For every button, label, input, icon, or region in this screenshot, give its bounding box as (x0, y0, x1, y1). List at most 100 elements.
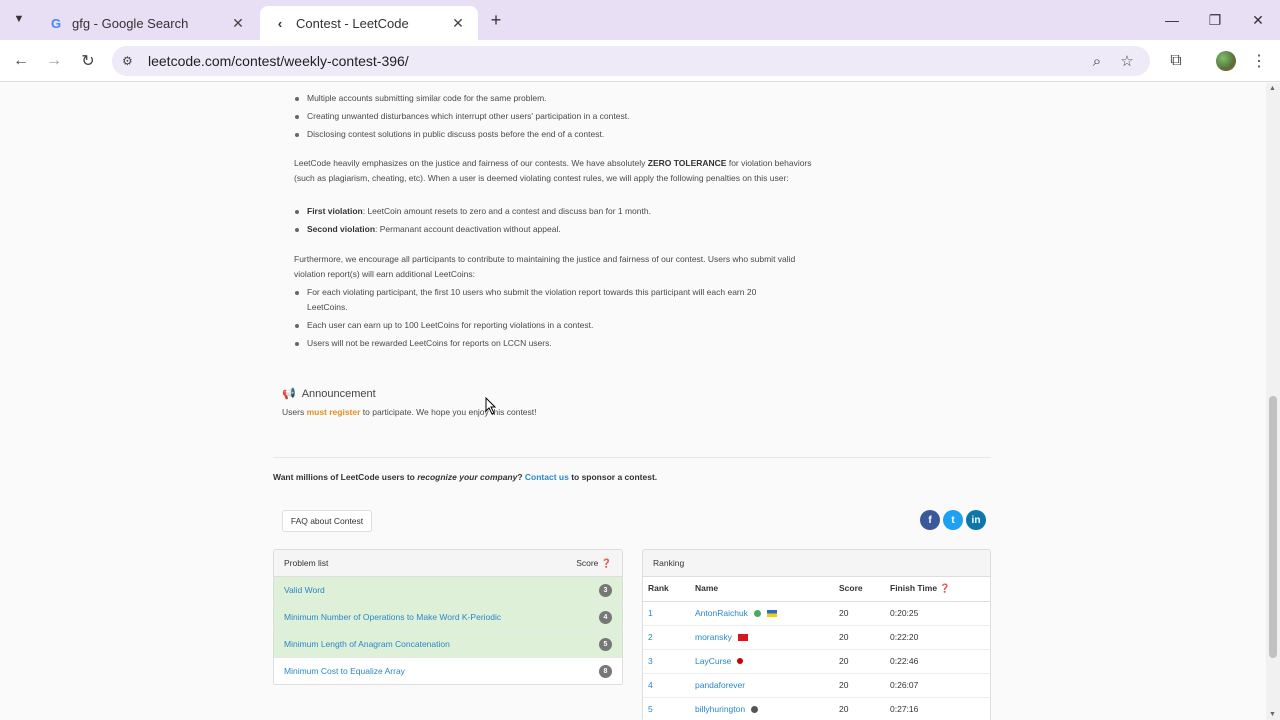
twitter-icon[interactable]: t (943, 510, 963, 530)
close-tab-icon[interactable]: ✕ (230, 15, 246, 31)
report-paragraph: Furthermore, we encourage all participan… (294, 254, 796, 279)
penalty-text: : Permanant account deactivation without… (375, 224, 561, 234)
megaphone-icon: 📢 (282, 388, 296, 400)
finish-time-label: Finish Time (890, 583, 938, 594)
name-cell[interactable]: billyhurington (690, 696, 834, 720)
address-bar[interactable]: ⚙ leetcode.com/contest/weekly-contest-39… (112, 46, 1150, 76)
score-badge: 3 (599, 583, 612, 597)
announcement-suffix: to participate. We hope you enjoy this c… (360, 407, 537, 417)
user-link[interactable]: AntonRaichuk (695, 608, 748, 618)
bookmark-star-icon[interactable]: ☆ (1118, 52, 1136, 70)
profile-avatar[interactable] (1216, 51, 1236, 71)
linkedin-icon[interactable]: in (966, 510, 986, 530)
restore-icon[interactable]: ❐ (1205, 10, 1225, 30)
url-text[interactable]: leetcode.com/contest/weekly-contest-396/ (148, 53, 409, 69)
help-icon[interactable]: ❓ (939, 583, 950, 593)
list-item: Users will not be rewarded LeetCoins for… (295, 336, 787, 351)
rank-cell: 5 (643, 696, 690, 720)
ranking-panel: Ranking Rank Name Score Finish Time ❓ 1 … (642, 549, 991, 720)
close-window-icon[interactable]: ✕ (1248, 10, 1268, 30)
back-icon[interactable]: ← (10, 50, 32, 72)
name-cell[interactable]: LayCurse (690, 648, 834, 673)
facebook-icon[interactable]: f (920, 510, 940, 530)
scroll-down-icon[interactable]: ▼ (1269, 711, 1276, 718)
zoom-icon[interactable]: ⌕ (1088, 52, 1106, 70)
announcement-text: Users must register to participate. We h… (282, 405, 537, 420)
score-cell: 20 (834, 648, 885, 673)
name-cell[interactable]: moransky (690, 624, 834, 649)
tab-search-button[interactable]: ▼ (8, 8, 30, 30)
user-link[interactable]: LayCurse (695, 656, 731, 666)
leetcode-icon: ‹ (277, 15, 283, 31)
tab-title: gfg - Google Search (72, 15, 189, 31)
problem-list-header: Problem list Score ❓ (274, 550, 622, 577)
register-highlight: must register (306, 407, 361, 417)
penalty-list: First violation: LeetCoin amount resets … (295, 204, 651, 240)
announcement-heading: 📢 Announcement (282, 387, 376, 402)
scroll-up-icon[interactable]: ▲ (1269, 85, 1276, 92)
problem-name[interactable]: Minimum Number of Operations to Make Wor… (284, 610, 599, 625)
globe-icon (753, 609, 761, 617)
score-cell: 20 (834, 696, 885, 720)
penalty-label: First violation (307, 206, 363, 216)
page-content: Multiple accounts submitting similar cod… (0, 83, 1266, 720)
problem-row[interactable]: Valid Word 3 (274, 577, 622, 604)
table-row: 4 pandaforever 20 0:26:07 (643, 672, 990, 697)
zero-tolerance-text: ZERO TOLERANCE (647, 158, 727, 168)
list-item: For each violating participant, the firs… (295, 285, 787, 315)
minimize-icon[interactable]: — (1162, 10, 1182, 30)
problem-row[interactable]: Minimum Number of Operations to Make Wor… (274, 604, 622, 631)
user-link[interactable]: pandaforever (695, 680, 745, 690)
list-item: Creating unwanted disturbances which int… (294, 109, 629, 124)
forward-icon[interactable]: → (43, 50, 65, 72)
new-tab-button[interactable]: + (486, 10, 506, 30)
ukraine-flag-icon (766, 609, 777, 617)
rank-cell: 4 (643, 672, 690, 697)
help-icon[interactable]: ❓ (601, 556, 612, 571)
contact-us-link[interactable]: Contact us (525, 472, 569, 482)
tab-leetcode-contest[interactable]: ‹ Contest - LeetCode ✕ (260, 6, 478, 40)
fairness-paragraph: LeetCode heavily emphasizes on the justi… (294, 156, 814, 186)
list-item: Each user can earn up to 100 LeetCoins f… (295, 318, 787, 333)
reload-icon[interactable]: ↻ (77, 50, 99, 72)
section-divider (273, 457, 991, 458)
scrollbar-thumb[interactable] (1269, 396, 1277, 658)
paragraph-text: LeetCode heavily emphasizes on the justi… (294, 158, 648, 168)
menu-icon[interactable]: ⋮ (1250, 50, 1268, 72)
ranking-title: Ranking (653, 557, 685, 568)
time-cell: 0:26:07 (885, 672, 990, 697)
column-header: Rank (643, 577, 690, 602)
score-cell: 20 (834, 624, 885, 649)
score-cell: 20 (834, 672, 885, 697)
problem-row[interactable]: Minimum Cost to Equalize Array 8 (274, 658, 622, 684)
problem-list-title: Problem list (284, 557, 329, 568)
user-link[interactable]: billyhurington (695, 704, 745, 714)
table-row: 5 billyhurington 20 0:27:16 (643, 696, 990, 720)
rank-cell: 2 (643, 624, 690, 649)
list-item: Disclosing contest solutions in public d… (294, 127, 629, 142)
name-cell[interactable]: pandaforever (690, 672, 834, 697)
problem-name[interactable]: Minimum Length of Anagram Concatenation (284, 637, 599, 652)
tab-google-search[interactable]: G gfg - Google Search ✕ (36, 6, 258, 40)
name-cell[interactable]: AntonRaichuk (690, 600, 834, 625)
japan-flag-icon (737, 658, 744, 665)
mouse-cursor-icon (485, 397, 497, 415)
site-info-icon[interactable]: ⚙ (122, 54, 138, 68)
problem-name[interactable]: Valid Word (284, 583, 599, 598)
problem-name[interactable]: Minimum Cost to Equalize Array (284, 664, 599, 679)
score-badge: 8 (599, 664, 612, 678)
sponsor-middle: ? (517, 472, 525, 482)
user-link[interactable]: moransky (695, 632, 732, 642)
google-icon: G (50, 15, 62, 31)
column-header: Name (690, 577, 834, 602)
globe-icon (751, 706, 759, 713)
time-cell: 0:27:16 (885, 696, 990, 720)
close-tab-icon[interactable]: ✕ (450, 15, 466, 31)
sponsor-prefix: Want millions of LeetCode users to (273, 472, 418, 482)
faq-button[interactable]: FAQ about Contest (282, 510, 372, 532)
penalty-label: Second violation (307, 224, 376, 234)
page-scrollbar[interactable]: ▲ ▼ (1266, 83, 1280, 720)
problem-row[interactable]: Minimum Length of Anagram Concatenation … (274, 631, 622, 658)
country-flag-icon (737, 633, 748, 641)
extensions-icon[interactable]: ⧉ (1165, 50, 1187, 72)
